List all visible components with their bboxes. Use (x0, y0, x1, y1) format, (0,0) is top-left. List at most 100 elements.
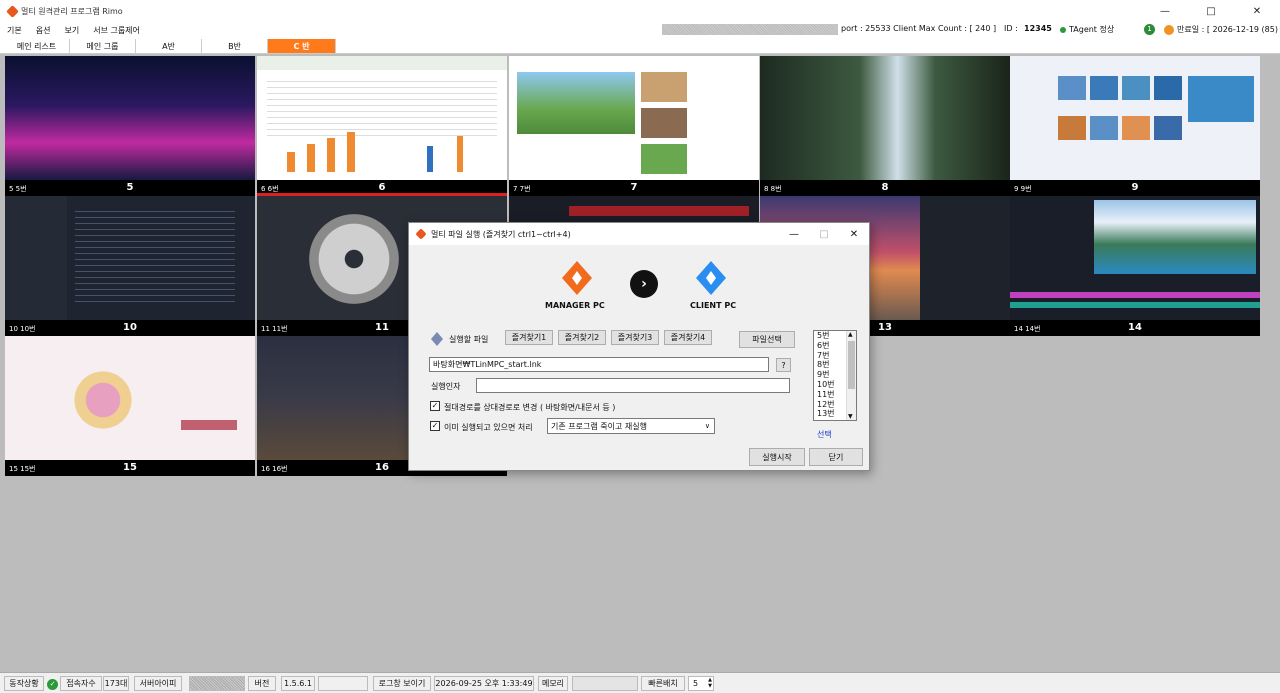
status-dot-icon (1060, 26, 1066, 33)
screen-thumbnail (760, 56, 1010, 180)
screen-thumbnail (509, 56, 759, 180)
datetime: 2026-09-25 오후 1:33:49 (434, 676, 534, 691)
version-label: 버전 (248, 676, 276, 691)
client-tile-15[interactable]: 15 15번 15 (5, 336, 255, 476)
dialog-minimize-button[interactable]: — (779, 223, 809, 245)
memory-value (572, 676, 638, 691)
file-gem-icon (431, 332, 443, 346)
tab-main-group[interactable]: 메인 그룹 (70, 39, 136, 53)
tile-number: 8 (881, 182, 889, 193)
blank-cell (318, 676, 368, 691)
client-tile-5[interactable]: 5 5번 5 (5, 56, 255, 196)
screen-thumbnail (1010, 196, 1260, 320)
maximize-button[interactable]: □ (1188, 0, 1234, 22)
client-pc-label: CLIENT PC (690, 301, 737, 310)
quick-batch-value: 5 (693, 679, 699, 688)
dialog-maximize-button[interactable]: □ (809, 223, 839, 245)
client-tile-7[interactable]: 7 7번 7 (509, 56, 759, 196)
server-ip-label: 서버아이피 (134, 676, 182, 691)
close-button[interactable]: 닫기 (809, 448, 863, 466)
tab-b[interactable]: B반 (202, 39, 268, 53)
relative-path-checkbox[interactable]: ✓ (430, 401, 440, 411)
tab-bar: 메인 리스트 메인 그룹 A반 B반 C 반 (0, 38, 1280, 54)
tile-number: 15 (123, 462, 137, 473)
client-tile-9[interactable]: 9 9번 9 (1010, 56, 1260, 196)
expiry-info: 만료일 : [ 2026-12-19 (85) (1164, 24, 1278, 35)
tile-number: 9 (1131, 182, 1139, 193)
client-tile-8[interactable]: 8 8번 8 (760, 56, 1010, 196)
dialog-close-icon[interactable]: ✕ (839, 223, 869, 245)
running-option-value: 기존 프로그램 죽이고 재실행 (551, 421, 647, 431)
scrollbar-thumb[interactable] (848, 341, 855, 389)
app-logo-icon (6, 4, 19, 18)
log-window-toggle[interactable]: 로그창 보이기 (373, 676, 431, 691)
port-info: port : 25533 Client Max Count : [ 240 ] (841, 24, 997, 33)
state-label: 동작상황 (4, 676, 44, 691)
masked-field (662, 24, 838, 35)
id-label: ID : (1004, 24, 1018, 33)
client-tile-6[interactable]: 6 6번 6 (257, 56, 507, 196)
agent-status: TAgent 정상 (1060, 24, 1114, 35)
client-listbox[interactable]: 5번 6번 7번 8번 9번 10번 11번 12번 13번 ▲ ▼ (813, 330, 857, 421)
id-value: 12345 (1024, 24, 1052, 33)
tab-c[interactable]: C 반 (268, 39, 336, 53)
scroll-up-icon[interactable]: ▲ (848, 331, 853, 338)
expiry-text: 만료일 : [ 2026-12-19 (85) (1177, 25, 1278, 34)
minimize-button[interactable]: — (1142, 0, 1188, 22)
tab-main-list[interactable]: 메인 리스트 (4, 39, 70, 53)
server-ip-masked (189, 676, 245, 691)
multi-file-run-dialog: 멀티 파일 실행 (즐겨찾기 ctrl1~ctrl+4) — □ ✕ MANAG… (408, 222, 870, 471)
favorite-3-button[interactable]: 즐겨찾기3 (611, 330, 659, 345)
manager-pc-label: MANAGER PC (545, 301, 605, 310)
dialog-logo-icon (415, 228, 427, 240)
file-path-input[interactable]: 바탕화면₩TLinMPC_start.lnk (429, 357, 769, 372)
menu-subgroup[interactable]: 서브 그룹제어 (86, 25, 147, 36)
quick-batch-label: 빠른배치 (641, 676, 685, 691)
scroll-down-icon[interactable]: ▼ (848, 413, 853, 420)
tile-number: 14 (1128, 322, 1142, 333)
agent-status-text: TAgent 정상 (1069, 25, 1115, 34)
menu-options[interactable]: 옵션 (29, 25, 58, 36)
tab-a[interactable]: A반 (136, 39, 202, 53)
arrow-right-icon: › (630, 270, 658, 298)
running-option-select[interactable]: 기존 프로그램 죽이고 재실행 ∨ (547, 418, 715, 434)
favorite-2-button[interactable]: 즐겨찾기2 (558, 330, 606, 345)
screen-thumbnail (5, 56, 255, 180)
dialog-title-bar: 멀티 파일 실행 (즐겨찾기 ctrl1~ctrl+4) — □ ✕ (409, 223, 869, 245)
listbox-scrollbar[interactable]: ▲ ▼ (846, 331, 856, 420)
args-input[interactable] (476, 378, 790, 393)
tile-number: 7 (630, 182, 638, 193)
relative-path-label: 절대경로를 상대경로로 변경 ( 바탕화면/내문서 등 ) (444, 403, 616, 412)
title-bar: 멀티 원격관리 프로그램 Rimo — □ ✕ (0, 0, 1280, 22)
if-running-checkbox[interactable]: ✓ (430, 421, 440, 431)
memory-label: 메모리 (538, 676, 568, 691)
status-bar: 동작상황 ✓ 접속자수 173대 서버아이피 버전 1.5.6.1 로그창 보이… (0, 672, 1280, 693)
favorite-4-button[interactable]: 즐겨찾기4 (664, 330, 712, 345)
menu-view[interactable]: 보기 (57, 25, 86, 36)
menu-bar: 기본 옵션 보기 서브 그룹제어 port : 25533 Client Max… (0, 22, 1280, 38)
client-tile-14[interactable]: 14 14번 14 (1010, 196, 1260, 336)
tile-number: 5 (126, 182, 134, 193)
window-title: 멀티 원격관리 프로그램 Rimo (21, 6, 123, 16)
screen-thumbnail (5, 196, 255, 320)
tile-number: 6 (378, 182, 386, 193)
client-tile-10[interactable]: 10 10번 10 (5, 196, 255, 336)
menu-basic[interactable]: 기본 (0, 25, 29, 36)
rss-icon (1164, 24, 1174, 35)
quick-batch-stepper[interactable]: 5 ▲ ▼ (688, 676, 714, 691)
ok-check-icon: ✓ (47, 679, 58, 690)
favorite-1-button[interactable]: 즐겨찾기1 (505, 330, 553, 345)
app-window: 멀티 원격관리 프로그램 Rimo — □ ✕ 기본 옵션 보기 서브 그룹제어… (0, 0, 1280, 693)
tile-number: 10 (123, 322, 137, 333)
chevron-down-icon: ∨ (704, 422, 710, 430)
exec-file-label: 실행할 파일 (449, 335, 489, 344)
close-window-button[interactable]: ✕ (1234, 0, 1280, 22)
run-button[interactable]: 실행시작 (749, 448, 805, 466)
screen-thumbnail (257, 56, 507, 180)
help-button[interactable]: ? (776, 358, 791, 372)
stepper-arrows-icon[interactable]: ▲ ▼ (708, 677, 712, 689)
notify-count: 1 (1144, 24, 1155, 35)
notify-badge[interactable]: 1 (1144, 24, 1155, 35)
file-select-button[interactable]: 파일선택 (739, 331, 795, 348)
select-link[interactable]: 선택 (817, 429, 832, 440)
